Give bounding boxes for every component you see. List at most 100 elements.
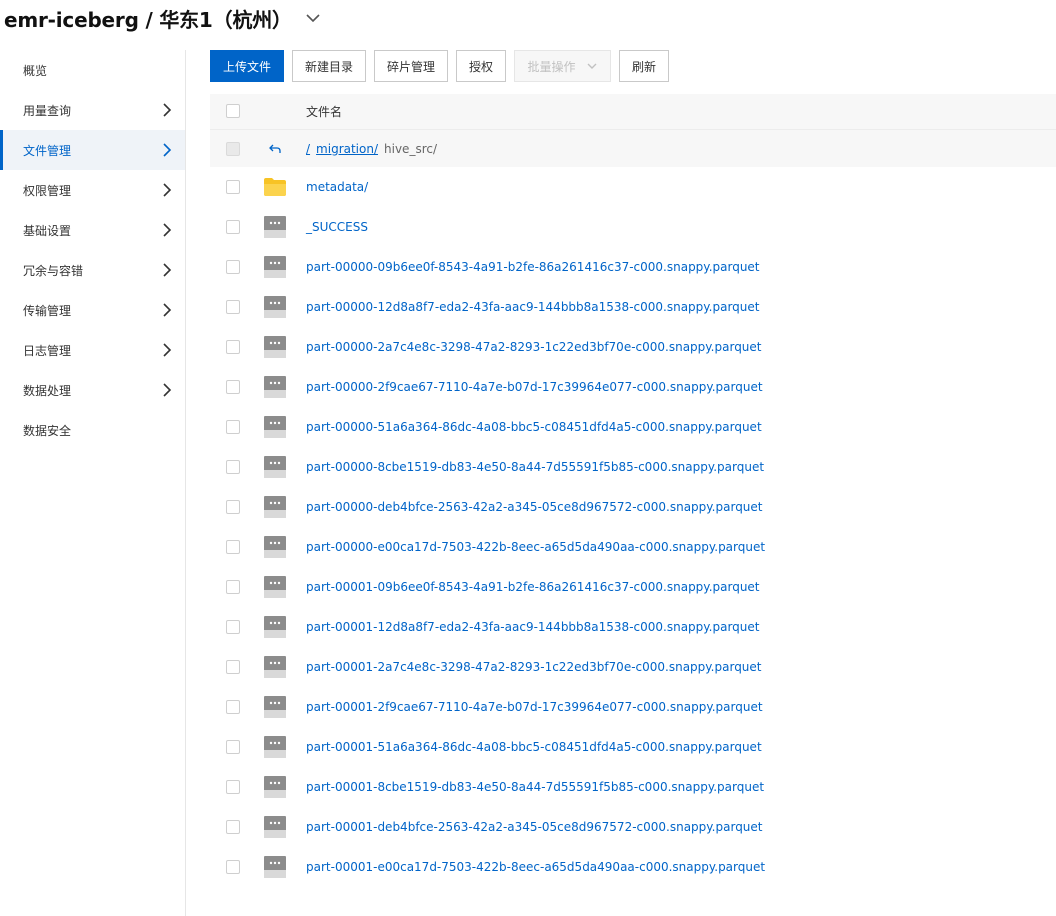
select-all-checkbox[interactable] [226,104,240,118]
sidebar-item-label: 传输管理 [23,303,72,318]
table-row: part-00000-2a7c4e8c-3298-47a2-8293-1c22e… [210,327,1056,367]
upload-file-button[interactable]: 上传文件 [210,50,284,82]
authorize-button[interactable]: 授权 [456,50,506,82]
chevron-right-icon [163,343,172,357]
file-table: 文件名 / migration/ hive_src/ metadata/ _SUC… [210,94,1056,887]
file-name-link[interactable]: part-00000-12d8a8f7-eda2-43fa-aac9-144bb… [306,300,760,314]
row-checkbox[interactable] [226,540,240,554]
row-checkbox[interactable] [226,380,240,394]
row-checkbox[interactable] [226,740,240,754]
row-checkbox[interactable] [226,580,240,594]
file-icon [262,814,288,840]
row-checkbox[interactable] [226,340,240,354]
file-name-link[interactable]: _SUCCESS [306,220,368,234]
file-name-link[interactable]: part-00000-e00ca17d-7503-422b-8eec-a65d5… [306,540,765,554]
row-checkbox[interactable] [226,820,240,834]
table-row: part-00001-09b6ee0f-8543-4a91-b2fe-86a26… [210,567,1056,607]
new-directory-button[interactable]: 新建目录 [292,50,366,82]
row-checkbox[interactable] [226,700,240,714]
file-name-link[interactable]: part-00001-e00ca17d-7503-422b-8eec-a65d5… [306,860,765,874]
file-name-link[interactable]: part-00001-51a6a364-86dc-4a08-bbc5-c0845… [306,740,762,754]
table-row: part-00000-2f9cae67-7110-4a7e-b07d-17c39… [210,367,1056,407]
page-header: emr-iceberg / 华东1（杭州） [0,0,1056,36]
file-name-link[interactable]: part-00001-8cbe1519-db83-4e50-8a44-7d555… [306,780,764,794]
file-icon [262,734,288,760]
sidebar-item[interactable]: 文件管理 [0,130,185,170]
sidebar-item[interactable]: 权限管理 [0,170,185,210]
table-row: part-00000-8cbe1519-db83-4e50-8a44-7d555… [210,447,1056,487]
sidebar-item-label: 冗余与容错 [23,263,84,278]
toolbar: 上传文件 新建目录 碎片管理 授权 批量操作 刷新 [210,50,669,82]
file-icon [262,574,288,600]
sidebar-item[interactable]: 数据处理 [0,370,185,410]
sidebar-item[interactable]: 冗余与容错 [0,250,185,290]
file-name-link[interactable]: part-00000-09b6ee0f-8543-4a91-b2fe-86a26… [306,260,760,274]
row-checkbox[interactable] [226,300,240,314]
file-icon [262,774,288,800]
sidebar-item[interactable]: 用量查询 [0,90,185,130]
file-name-link[interactable]: part-00000-8cbe1519-db83-4e50-8a44-7d555… [306,460,764,474]
sidebar-item-label: 数据处理 [23,383,72,398]
folder-icon [262,174,288,200]
batch-operations-button[interactable]: 批量操作 [514,50,611,82]
breadcrumb-row: / migration/ hive_src/ [210,129,1056,167]
sidebar: 概览用量查询 文件管理 权限管理基础设置冗余与容错传输管理日志管理数据处理数据安全 [0,50,186,916]
chevron-right-icon [163,263,172,277]
file-icon [262,694,288,720]
row-checkbox[interactable] [226,260,240,274]
file-name-link[interactable]: part-00001-09b6ee0f-8543-4a91-b2fe-86a26… [306,580,760,594]
table-row: part-00001-2f9cae67-7110-4a7e-b07d-17c39… [210,687,1056,727]
table-row: part-00000-51a6a364-86dc-4a08-bbc5-c0845… [210,407,1056,447]
refresh-button[interactable]: 刷新 [619,50,669,82]
file-name-link[interactable]: part-00001-deb4bfce-2563-42a2-a345-05ce8… [306,820,763,834]
sidebar-item-label: 数据安全 [23,423,72,438]
file-name-link[interactable]: part-00001-2f9cae67-7110-4a7e-b07d-17c39… [306,700,763,714]
folder-name-link[interactable]: metadata/ [306,180,368,194]
table-row: part-00001-8cbe1519-db83-4e50-8a44-7d555… [210,767,1056,807]
file-name-link[interactable]: part-00000-51a6a364-86dc-4a08-bbc5-c0845… [306,420,762,434]
file-name-link[interactable]: part-00001-12d8a8f7-eda2-43fa-aac9-144bb… [306,620,760,634]
chevron-down-icon [587,63,596,69]
row-checkbox[interactable] [226,500,240,514]
chevron-right-icon [163,223,172,237]
back-arrow-icon[interactable] [262,136,288,162]
fragment-management-button[interactable]: 碎片管理 [374,50,448,82]
file-icon [262,334,288,360]
breadcrumb-migration-link[interactable]: migration/ [316,142,378,156]
breadcrumb: / migration/ hive_src/ [306,142,437,156]
sidebar-item[interactable]: 基础设置 [0,210,185,250]
row-checkbox[interactable] [226,780,240,794]
sidebar-item[interactable]: 传输管理 [0,290,185,330]
file-name-link[interactable]: part-00001-2a7c4e8c-3298-47a2-8293-1c22e… [306,660,762,674]
chevron-down-icon[interactable] [304,9,322,27]
row-checkbox[interactable] [226,180,240,194]
breadcrumb-root-link[interactable]: / [306,142,310,156]
file-name-link[interactable]: part-00000-2f9cae67-7110-4a7e-b07d-17c39… [306,380,763,394]
chevron-right-icon [163,303,172,317]
file-icon [262,654,288,680]
table-row: part-00001-51a6a364-86dc-4a08-bbc5-c0845… [210,727,1056,767]
table-row: part-00000-deb4bfce-2563-42a2-a345-05ce8… [210,487,1056,527]
sidebar-item-label: 基础设置 [23,223,72,238]
sidebar-item[interactable]: 日志管理 [0,330,185,370]
chevron-right-icon [163,103,172,117]
row-checkbox[interactable] [226,220,240,234]
file-icon [262,494,288,520]
row-checkbox[interactable] [226,860,240,874]
table-row: part-00001-2a7c4e8c-3298-47a2-8293-1c22e… [210,647,1056,687]
row-checkbox[interactable] [226,620,240,634]
table-row: _SUCCESS [210,207,1056,247]
sidebar-item[interactable]: 数据安全 [0,410,185,450]
sidebar-item-label: 概览 [23,63,48,78]
file-name-link[interactable]: part-00000-deb4bfce-2563-42a2-a345-05ce8… [306,500,763,514]
row-checkbox[interactable] [226,420,240,434]
table-row: metadata/ [210,167,1056,207]
breadcrumb-current: hive_src/ [384,141,438,156]
file-icon [262,414,288,440]
file-name-link[interactable]: part-00000-2a7c4e8c-3298-47a2-8293-1c22e… [306,340,762,354]
row-checkbox[interactable] [226,660,240,674]
file-icon [262,854,288,880]
page-title: emr-iceberg / 华东1（杭州） [4,7,292,32]
sidebar-item[interactable]: 概览 [0,50,185,90]
row-checkbox[interactable] [226,460,240,474]
